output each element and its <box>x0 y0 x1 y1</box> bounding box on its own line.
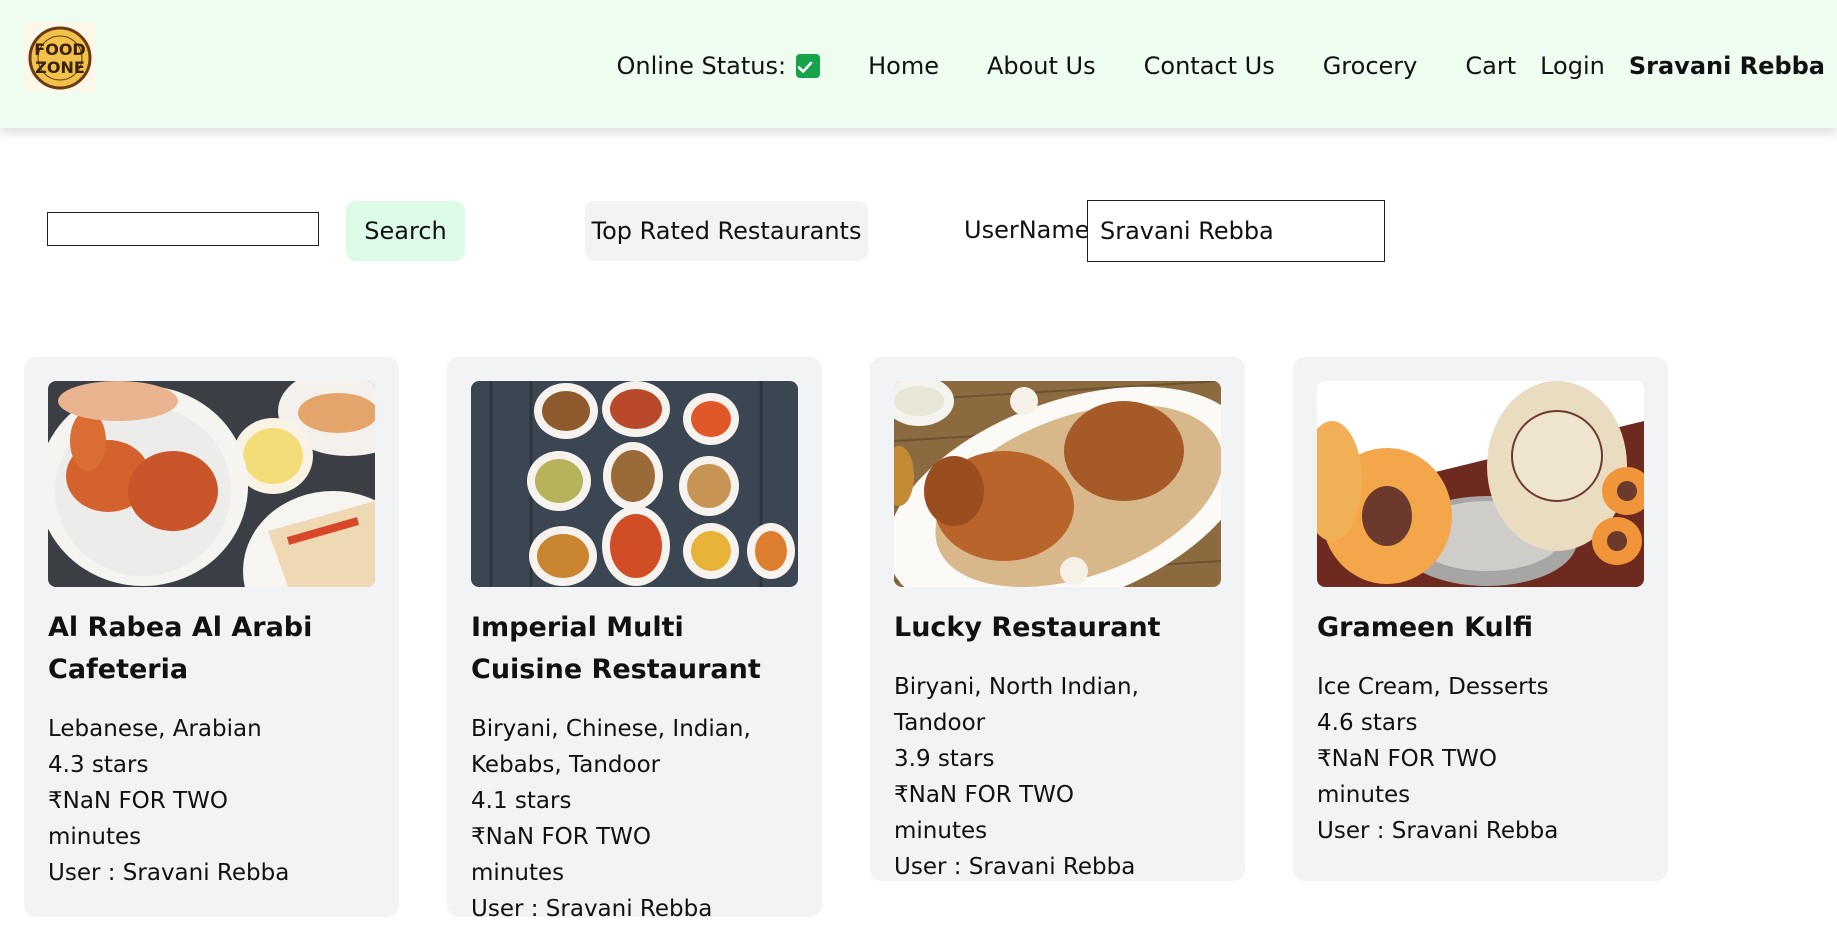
restaurant-user: User : Sravani Rebba <box>894 854 1136 880</box>
restaurant-time: minutes <box>471 860 565 886</box>
restaurant-name: Imperial Multi Cuisine Restaurant <box>471 612 761 685</box>
search-input[interactable] <box>47 212 319 246</box>
restaurant-rating: 4.1 stars <box>471 788 572 814</box>
svg-text:FOOD: FOOD <box>34 40 85 59</box>
restaurant-time: minutes <box>1317 782 1411 808</box>
restaurant-cuisines: Biryani, Chinese, Indian, Kebabs, Tandoo… <box>471 716 751 778</box>
restaurant-card[interactable]: Al Rabea Al Arabi Cafeteria Lebanese, Ar… <box>24 357 399 917</box>
restaurant-card[interactable]: Imperial Multi Cuisine Restaurant Biryan… <box>447 357 822 922</box>
online-check-icon <box>796 54 821 78</box>
restaurant-name: Al Rabea Al Arabi Cafeteria <box>48 612 313 685</box>
restaurant-user: User : Sravani Rebba <box>1317 818 1559 844</box>
restaurant-cuisines: Ice Cream, Desserts <box>1317 674 1549 700</box>
restaurant-rating: 4.3 stars <box>48 752 149 778</box>
nav-contact-us[interactable]: Contact Us <box>1144 52 1275 80</box>
nav-grocery[interactable]: Grocery <box>1323 52 1418 80</box>
current-user-name: Sravani Rebba <box>1628 52 1825 80</box>
restaurant-image <box>471 381 798 587</box>
restaurant-cuisines: Biryani, North Indian, Tandoor <box>894 674 1139 736</box>
restaurant-user: User : Sravani Rebba <box>48 860 290 886</box>
restaurant-cost: ₹NaN FOR TWO <box>1317 746 1497 772</box>
nav-cart[interactable]: Cart <box>1465 52 1516 80</box>
restaurant-cost: ₹NaN FOR TWO <box>471 824 651 850</box>
top-rated-button[interactable]: Top Rated Restaurants <box>585 201 868 261</box>
username-input[interactable]: Sravani Rebba <box>1087 200 1385 262</box>
restaurant-name: Grameen Kulfi <box>1317 612 1534 643</box>
restaurant-card[interactable]: Grameen Kulfi Ice Cream, Desserts 4.6 st… <box>1293 357 1668 881</box>
nav-home[interactable]: Home <box>868 52 939 80</box>
nav-login[interactable]: Login <box>1540 52 1605 80</box>
food-zone-logo[interactable]: FOOD ZONE <box>24 22 96 92</box>
restaurant-rating: 3.9 stars <box>894 746 995 772</box>
username-label: UserName : <box>964 216 1106 244</box>
restaurant-image <box>48 381 375 587</box>
restaurant-card[interactable]: Lucky Restaurant Biryani, North Indian, … <box>870 357 1245 881</box>
restaurant-name: Lucky Restaurant <box>894 612 1161 643</box>
restaurant-image <box>894 381 1221 587</box>
restaurant-cost: ₹NaN FOR TWO <box>894 782 1074 808</box>
online-status-label: Online Status: <box>616 52 787 80</box>
search-button[interactable]: Search <box>346 201 465 261</box>
restaurant-time: minutes <box>894 818 988 844</box>
restaurant-time: minutes <box>48 824 142 850</box>
svg-text:ZONE: ZONE <box>35 58 85 77</box>
restaurant-cost: ₹NaN FOR TWO <box>48 788 228 814</box>
nav-about-us[interactable]: About Us <box>987 52 1096 80</box>
restaurant-rating: 4.6 stars <box>1317 710 1418 736</box>
restaurant-image <box>1317 381 1644 587</box>
restaurant-user: User : Sravani Rebba <box>471 896 713 922</box>
restaurant-cuisines: Lebanese, Arabian <box>48 716 262 742</box>
main-nav: Online Status: Home About Us Contact Us … <box>616 46 1825 86</box>
header: FOOD ZONE Online Status: Home About Us C… <box>0 0 1837 128</box>
